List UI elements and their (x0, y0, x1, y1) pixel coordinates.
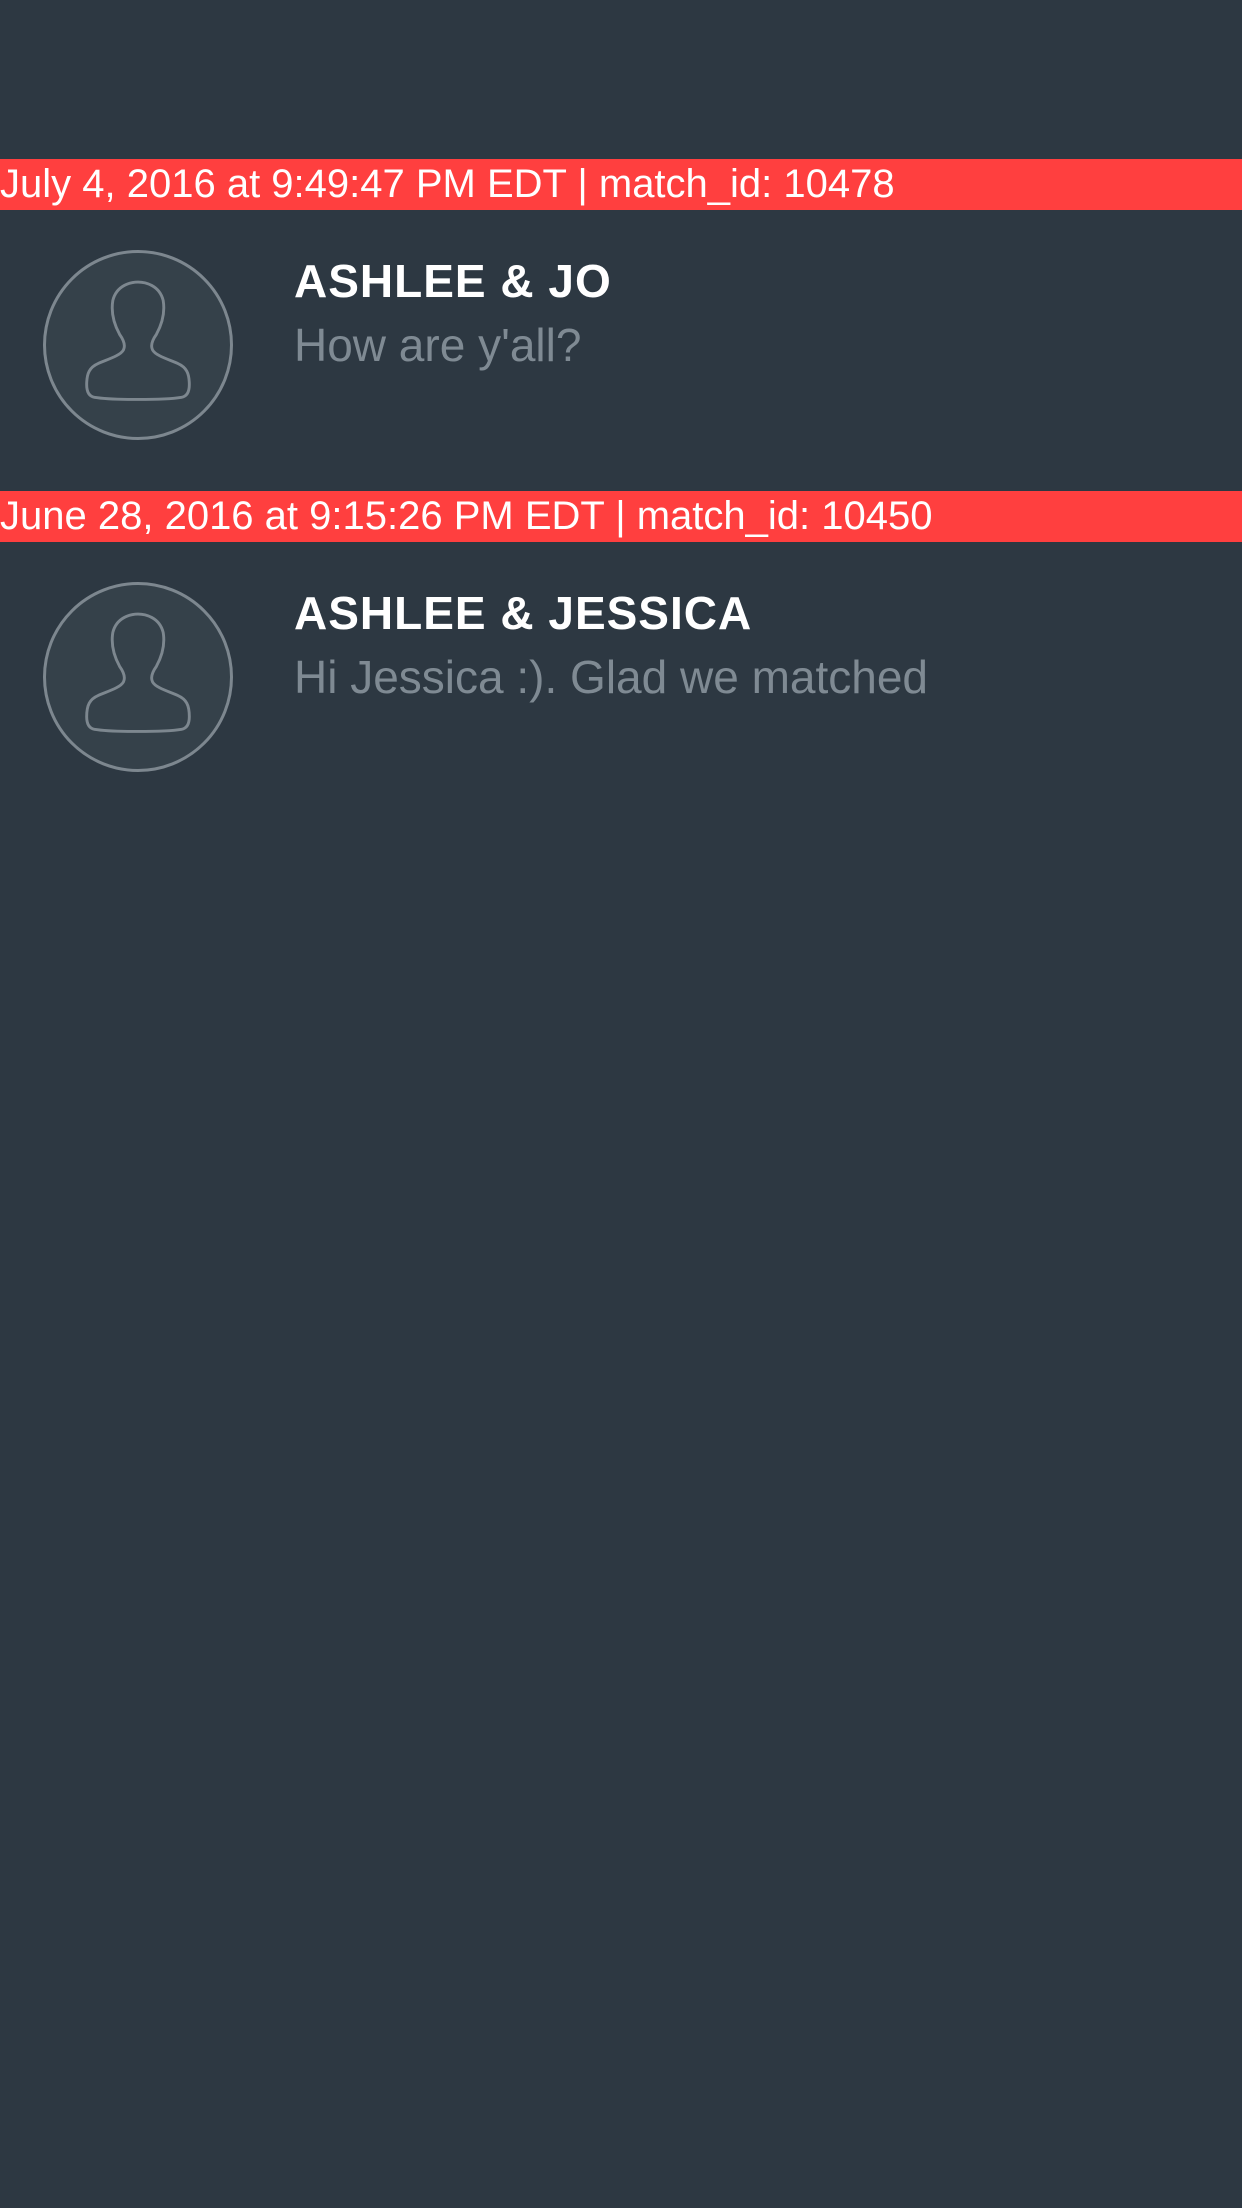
matches-screen: July 4, 2016 at 9:49:47 PM EDT | match_i… (0, 0, 1242, 2208)
person-placeholder-icon (85, 280, 191, 401)
person-placeholder-icon (85, 612, 191, 733)
match-timestamp-banner: July 4, 2016 at 9:49:47 PM EDT | match_i… (0, 159, 1242, 210)
match-timestamp-banner: June 28, 2016 at 9:15:26 PM EDT | match_… (0, 491, 1242, 542)
match-row[interactable]: ASHLEE & JESSICA Hi Jessica :). Glad we … (0, 542, 1242, 823)
match-group-2: June 28, 2016 at 9:15:26 PM EDT | match_… (0, 491, 1242, 823)
match-name: ASHLEE & JO (294, 255, 612, 307)
match-name: ASHLEE & JESSICA (294, 587, 753, 639)
last-message-preview: Hi Jessica :). Glad we matched (294, 651, 929, 703)
match-row[interactable]: ASHLEE & JO How are y'all? (0, 210, 1242, 491)
avatar (43, 582, 233, 772)
match-group-1: July 4, 2016 at 9:49:47 PM EDT | match_i… (0, 159, 1242, 491)
top-spacer (0, 0, 1242, 159)
last-message-preview: How are y'all? (294, 319, 582, 371)
avatar (43, 250, 233, 440)
